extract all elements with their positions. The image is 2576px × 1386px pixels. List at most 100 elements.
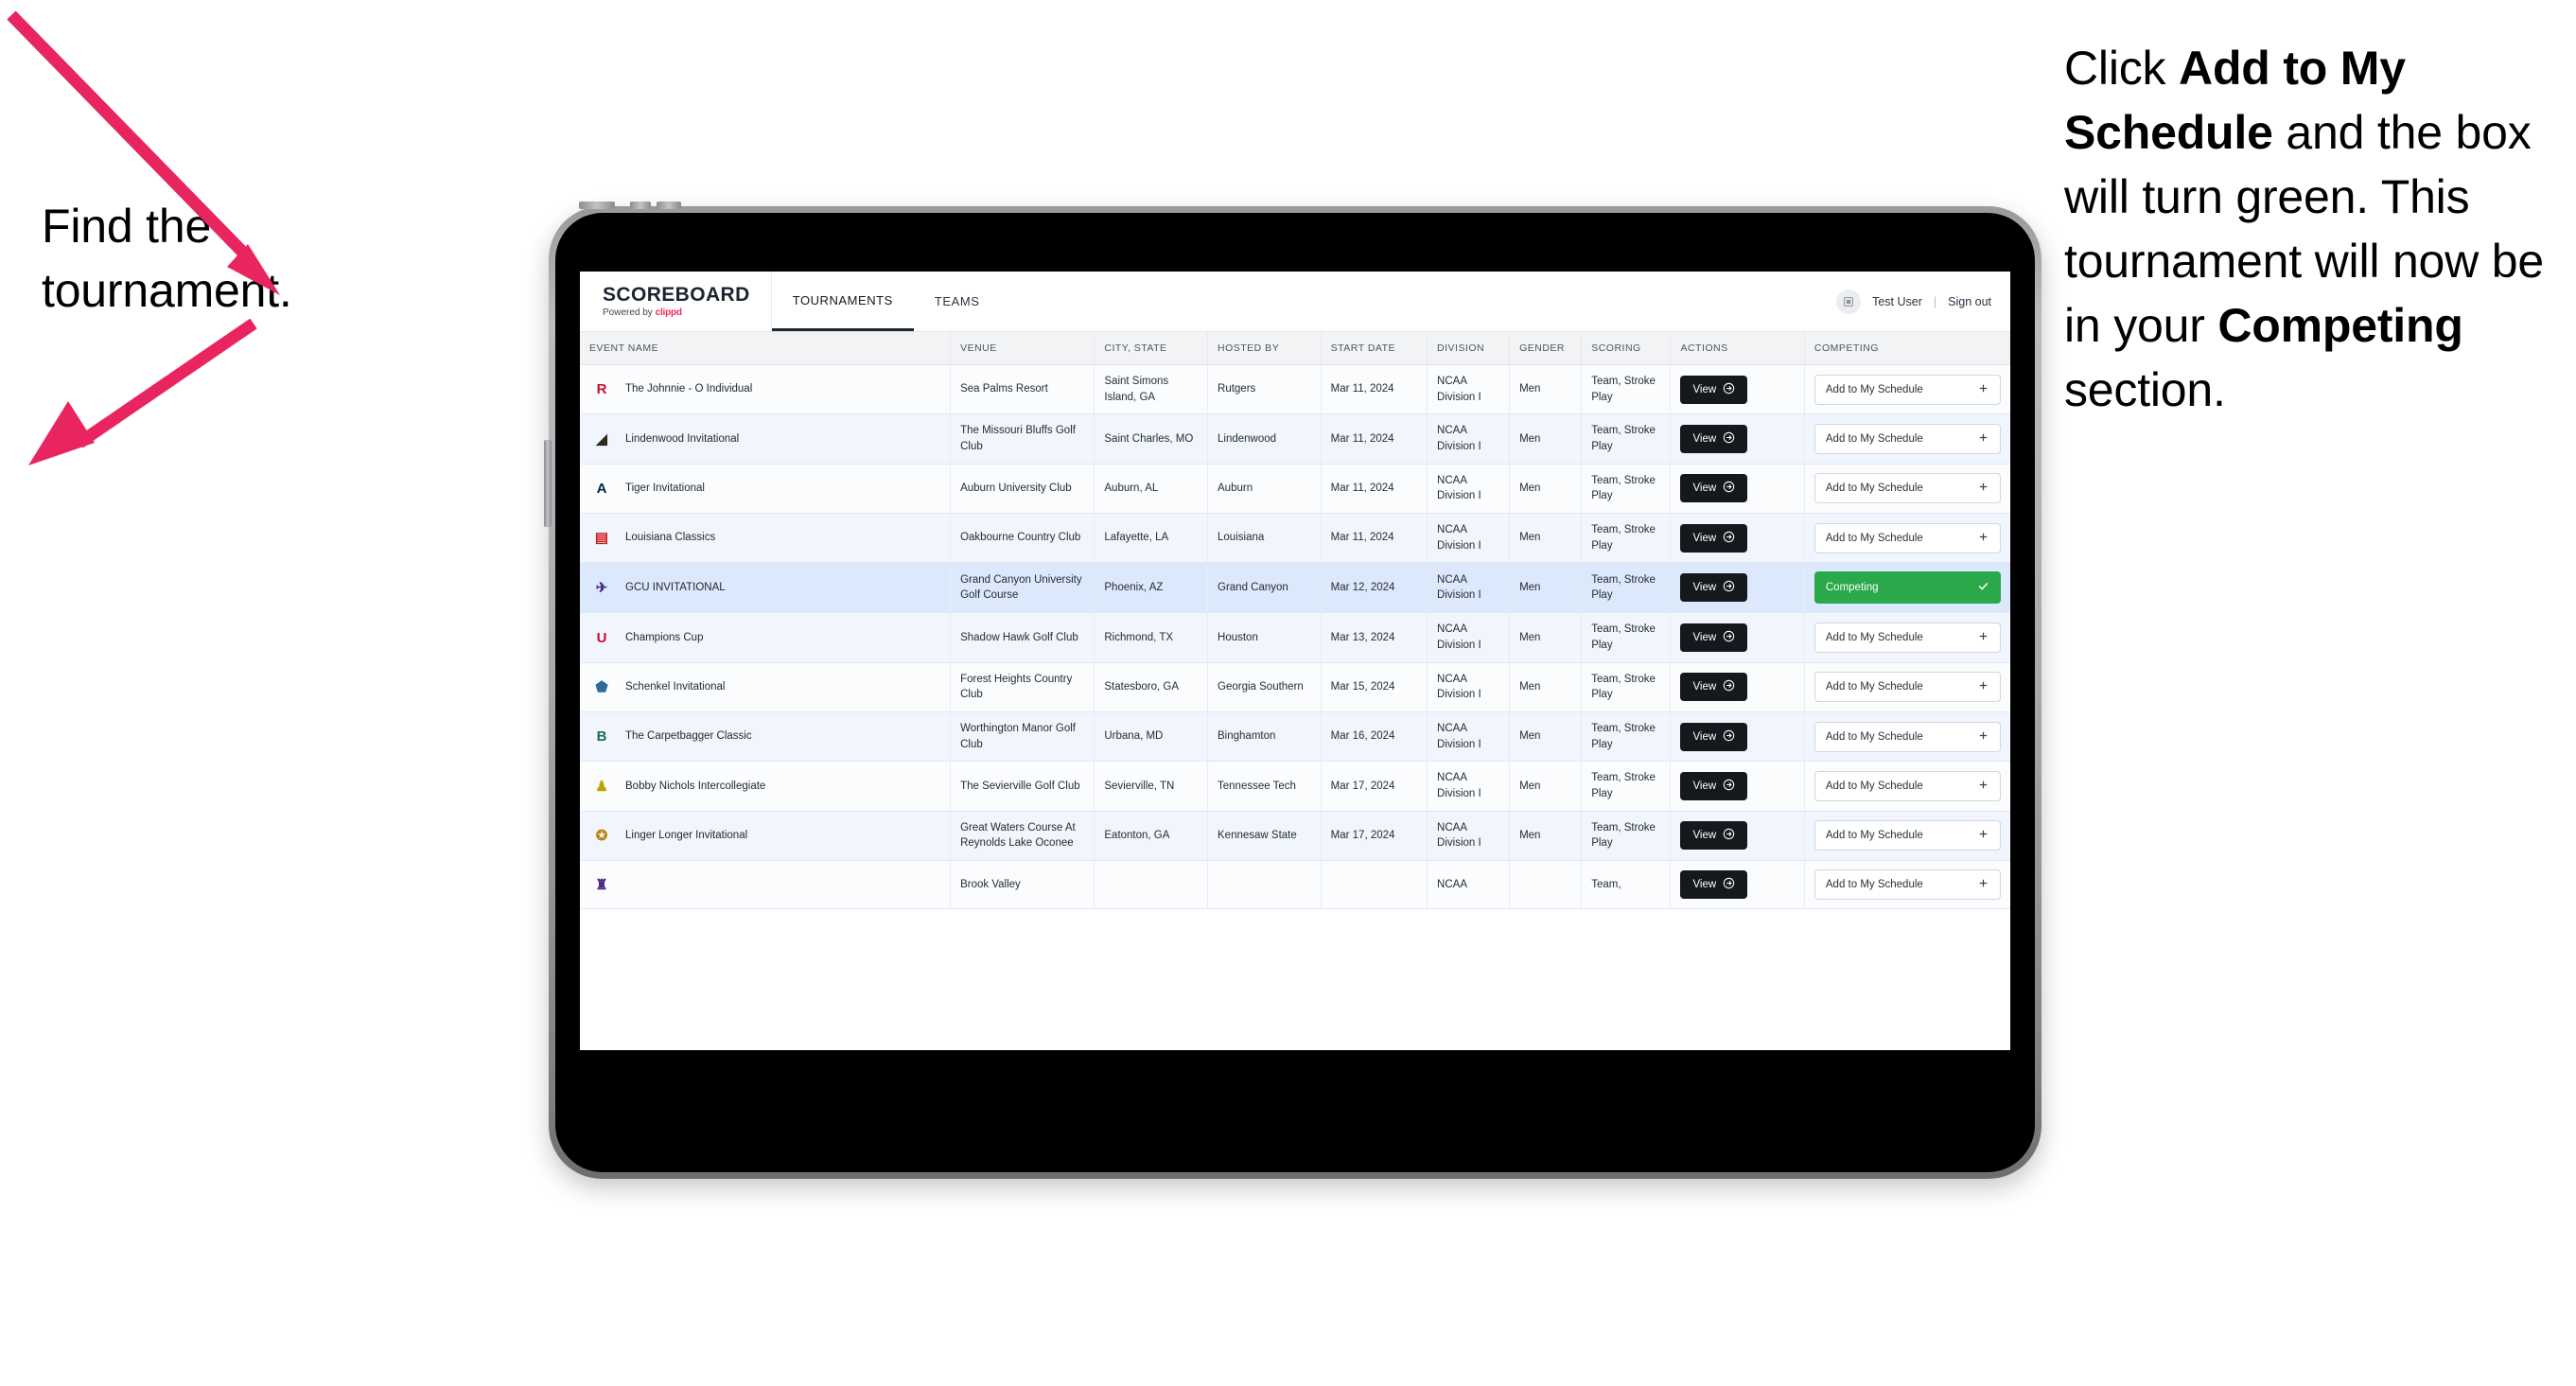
view-button[interactable]: View xyxy=(1680,375,1748,404)
annotation-right-bold2: Competing xyxy=(2217,299,2463,352)
view-button[interactable]: View xyxy=(1680,425,1748,454)
cell-city-state: Saint Charles, MO xyxy=(1094,413,1209,465)
cell-start-date: Mar 13, 2024 xyxy=(1321,612,1428,663)
add-to-my-schedule-button[interactable]: Add to My Schedule xyxy=(1814,869,2001,901)
user-badge-icon[interactable] xyxy=(1836,289,1862,314)
table-row[interactable]: B The Carpetbagger Classic Worthington Man… xyxy=(580,711,2010,763)
team-logo-icon: ◢ xyxy=(596,430,607,447)
check-icon xyxy=(1977,580,1989,595)
column-header-event-name[interactable]: EVENT NAME xyxy=(580,332,952,365)
annotation-right-seg3: section. xyxy=(2064,363,2226,416)
plus-icon xyxy=(1977,531,1989,546)
cell-venue: Forest Heights Country Club xyxy=(950,662,1095,713)
table-row[interactable]: ✪ Linger Longer Invitational Great Waters … xyxy=(580,811,2010,862)
add-to-my-schedule-button[interactable]: Add to My Schedule xyxy=(1814,820,2001,851)
view-button[interactable]: View xyxy=(1680,523,1748,553)
cell-competing: Add to My Schedule xyxy=(1804,612,2010,663)
table-row[interactable]: ▤ Louisiana Classics Oakbourne Country Clu… xyxy=(580,513,2010,564)
add-to-my-schedule-label: Add to My Schedule xyxy=(1825,879,1923,891)
view-button[interactable]: View xyxy=(1680,870,1748,900)
cell-venue: The Sevierville Golf Club xyxy=(950,761,1095,812)
table-row[interactable]: ♜ Brook Valley NCAA Team, View Add to My Sche… xyxy=(580,860,2010,910)
add-to-my-schedule-button[interactable]: Add to My Schedule xyxy=(1814,721,2001,752)
column-header-gender[interactable]: GENDER xyxy=(1509,332,1583,365)
tournaments-table-scroll[interactable]: EVENT NAME VENUE CITY, STATE HOSTED BY START… xyxy=(580,332,2010,1050)
add-to-my-schedule-button[interactable]: Add to My Schedule xyxy=(1814,623,2001,654)
cell-competing: Add to My Schedule xyxy=(1804,464,2010,515)
column-header-actions[interactable]: ACTIONS xyxy=(1670,332,1805,365)
column-header-scoring[interactable]: SCORING xyxy=(1581,332,1672,365)
add-to-my-schedule-button[interactable]: Add to My Schedule xyxy=(1814,374,2001,405)
arrow-right-circle-icon xyxy=(1723,828,1735,843)
table-header: EVENT NAME VENUE CITY, STATE HOSTED BY START… xyxy=(580,332,2010,365)
view-button[interactable]: View xyxy=(1680,722,1748,751)
side-button[interactable] xyxy=(544,440,552,527)
competing-button-label: Competing xyxy=(1825,582,1879,594)
add-to-my-schedule-button[interactable]: Add to My Schedule xyxy=(1814,522,2001,553)
view-button-label: View xyxy=(1692,383,1717,395)
volume-up-button[interactable] xyxy=(630,202,651,209)
cell-division: NCAA Division I xyxy=(1427,662,1511,713)
cell-start-date: Mar 17, 2024 xyxy=(1321,761,1428,812)
tablet-screen: SCOREBOARD Powered by clippd TOURNAMENTS… xyxy=(580,272,2010,1050)
column-header-competing[interactable]: COMPETING xyxy=(1804,332,2010,365)
cell-competing: Add to My Schedule xyxy=(1804,364,2010,415)
table-row[interactable]: ✈ GCU INVITATIONAL Grand Canyon University… xyxy=(580,562,2010,614)
view-button[interactable]: View xyxy=(1680,673,1748,702)
cell-scoring: Team, Stroke Play xyxy=(1581,464,1672,515)
column-header-venue[interactable]: VENUE xyxy=(950,332,1095,365)
table-row[interactable]: ♟ Bobby Nichols Intercollegiate The Sevier… xyxy=(580,761,2010,812)
power-button[interactable] xyxy=(579,202,615,209)
view-button[interactable]: View xyxy=(1680,772,1748,801)
cell-event-name: ▤ Louisiana Classics xyxy=(580,513,952,564)
column-header-hosted-by[interactable]: HOSTED BY xyxy=(1207,332,1322,365)
add-to-my-schedule-button[interactable]: Add to My Schedule xyxy=(1814,672,2001,703)
sign-out-link[interactable]: Sign out xyxy=(1948,295,1991,308)
arrow-right-circle-icon xyxy=(1723,630,1735,645)
view-button[interactable]: View xyxy=(1680,623,1748,653)
tab-tournaments[interactable]: TOURNAMENTS xyxy=(771,272,914,331)
view-button[interactable]: View xyxy=(1680,573,1748,603)
add-to-my-schedule-label: Add to My Schedule xyxy=(1825,532,1923,544)
cell-event-name: R The Johnnie - O Individual xyxy=(580,364,952,415)
arrow-right-circle-icon xyxy=(1723,679,1735,694)
table-row[interactable]: U Champions Cup Shadow Hawk Golf Club Richm… xyxy=(580,612,2010,663)
cell-event-name: ♟ Bobby Nichols Intercollegiate xyxy=(580,761,952,812)
column-header-city-state[interactable]: CITY, STATE xyxy=(1094,332,1209,365)
tab-teams[interactable]: TEAMS xyxy=(914,272,1001,331)
cell-start-date: Mar 16, 2024 xyxy=(1321,711,1428,763)
add-to-my-schedule-button[interactable]: Add to My Schedule xyxy=(1814,473,2001,504)
cell-hosted-by: Grand Canyon xyxy=(1207,562,1322,614)
cell-event-name: ⬟ Schenkel Invitational xyxy=(580,662,952,713)
header-right: Test User | Sign out xyxy=(1836,272,2010,331)
view-button-label: View xyxy=(1692,632,1717,644)
event-name-label: Linger Longer Invitational xyxy=(625,830,748,842)
column-header-start-date[interactable]: START DATE xyxy=(1321,332,1428,365)
volume-down-button[interactable] xyxy=(657,202,681,209)
table-row[interactable]: R The Johnnie - O Individual Sea Palms Res… xyxy=(580,364,2010,415)
event-name-label: Lindenwood Invitational xyxy=(625,432,740,445)
cell-hosted-by: Rutgers xyxy=(1207,364,1322,415)
annotation-add-to-schedule: Click Add to My Schedule and the box wil… xyxy=(2064,36,2576,422)
brand-logo[interactable]: SCOREBOARD Powered by clippd xyxy=(580,272,772,331)
cell-venue: The Missouri Bluffs Golf Club xyxy=(950,413,1095,465)
team-logo-icon: ▤ xyxy=(594,530,609,547)
view-button[interactable]: View xyxy=(1680,821,1748,851)
team-logo-icon: B xyxy=(596,728,607,746)
competing-button[interactable]: Competing xyxy=(1814,571,2001,605)
cell-hosted-by: Louisiana xyxy=(1207,513,1322,564)
plus-icon xyxy=(1977,828,1989,843)
view-button[interactable]: View xyxy=(1680,474,1748,503)
team-logo-icon: A xyxy=(596,480,607,497)
cell-gender: Men xyxy=(1509,413,1583,465)
plus-icon xyxy=(1977,779,1989,794)
add-to-my-schedule-button[interactable]: Add to My Schedule xyxy=(1814,424,2001,455)
event-name-label: Champions Cup xyxy=(625,631,704,643)
cell-gender: Men xyxy=(1509,513,1583,564)
column-header-division[interactable]: DIVISION xyxy=(1427,332,1511,365)
add-to-my-schedule-button[interactable]: Add to My Schedule xyxy=(1814,771,2001,802)
table-row[interactable]: ⬟ Schenkel Invitational Forest Heights Cou… xyxy=(580,662,2010,713)
table-row[interactable]: ◢ Lindenwood Invitational The Missouri Blu… xyxy=(580,413,2010,465)
table-row[interactable]: A Tiger Invitational Auburn University Clu… xyxy=(580,464,2010,515)
cell-start-date: Mar 11, 2024 xyxy=(1321,364,1428,415)
